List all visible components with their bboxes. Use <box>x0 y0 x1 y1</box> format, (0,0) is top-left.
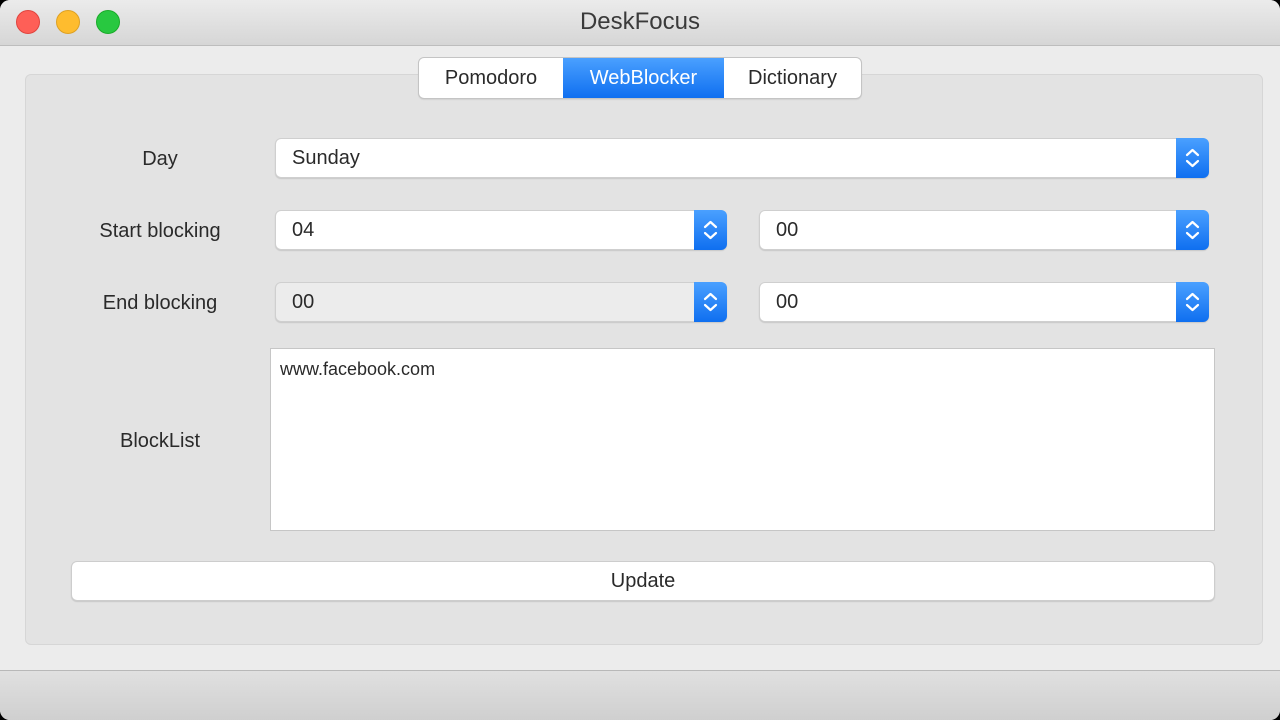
end-minute-value: 00 <box>776 291 799 313</box>
start-minute-value: 00 <box>776 219 799 241</box>
start-hour-stepper[interactable] <box>694 210 727 250</box>
update-button[interactable]: Update <box>71 561 1215 601</box>
start-hour-select[interactable]: 04 <box>275 210 727 250</box>
day-select-value: Sunday <box>292 147 360 169</box>
app-window: DeskFocus Pomodoro WebBlocker Dictionary… <box>0 0 1280 720</box>
blocklist-label: BlockList <box>119 430 201 452</box>
start-blocking-label: Start blocking <box>99 220 221 242</box>
end-minute-stepper[interactable] <box>1176 282 1209 322</box>
start-minute-select[interactable]: 00 <box>759 210 1209 250</box>
tab-webblocker[interactable]: WebBlocker <box>563 58 724 98</box>
tab-pomodoro[interactable]: Pomodoro <box>419 58 563 98</box>
end-hour-value: 00 <box>292 291 315 313</box>
start-hour-value: 04 <box>292 219 315 241</box>
end-hour-stepper[interactable] <box>694 282 727 322</box>
bottom-bar <box>0 670 1280 720</box>
blocklist-textarea[interactable]: www.facebook.com <box>270 348 1215 531</box>
day-select[interactable]: Sunday <box>275 138 1209 178</box>
day-label: Day <box>142 148 178 170</box>
window-title: DeskFocus <box>579 8 701 35</box>
chevron-up-down-icon <box>1185 220 1200 240</box>
blocklist-text: www.facebook.com <box>280 359 436 379</box>
chevron-up-down-icon <box>703 220 718 240</box>
end-blocking-label: End blocking <box>102 292 218 314</box>
title-bar[interactable]: DeskFocus <box>0 0 1280 46</box>
tab-bar: Pomodoro WebBlocker Dictionary <box>418 57 862 99</box>
chevron-up-down-icon <box>1185 292 1200 312</box>
end-hour-select[interactable]: 00 <box>275 282 727 322</box>
tab-dictionary[interactable]: Dictionary <box>724 58 861 98</box>
chevron-up-down-icon <box>703 292 718 312</box>
start-minute-stepper[interactable] <box>1176 210 1209 250</box>
day-select-stepper[interactable] <box>1176 138 1209 178</box>
end-minute-select[interactable]: 00 <box>759 282 1209 322</box>
chevron-up-down-icon <box>1185 148 1200 168</box>
